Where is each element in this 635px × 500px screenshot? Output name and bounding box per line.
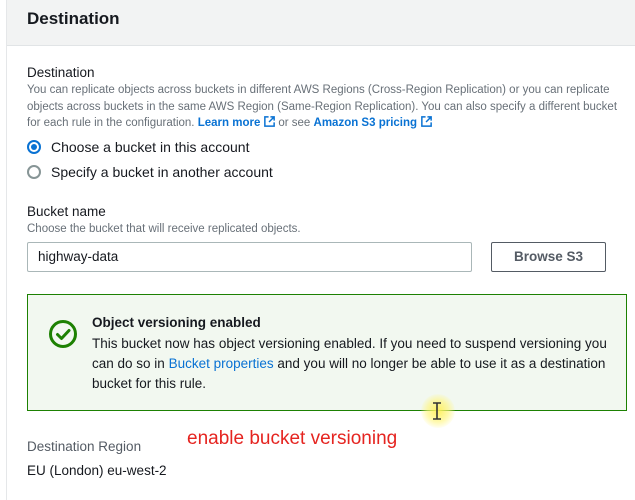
- or-see-text: or see: [278, 117, 311, 129]
- radio-this-account-label: Choose a bucket in this account: [51, 139, 250, 155]
- destination-label: Destination: [27, 65, 95, 80]
- radio-another-account[interactable]: Specify a bucket in another account: [27, 164, 273, 180]
- panel-header: Destination: [7, 0, 635, 46]
- browse-s3-button[interactable]: Browse S3: [491, 242, 606, 272]
- external-link-icon: [420, 115, 433, 134]
- bucket-name-label: Bucket name: [27, 204, 106, 219]
- alert-title: Object versioning enabled: [92, 315, 261, 330]
- annotation-text: enable bucket versioning: [187, 428, 398, 449]
- s3-pricing-link[interactable]: Amazon S3 pricing: [314, 117, 418, 129]
- destination-description: You can replicate objects across buckets…: [27, 82, 632, 134]
- bucket-name-description: Choose the bucket that will receive repl…: [27, 223, 301, 235]
- panel-title: Destination: [27, 9, 120, 28]
- radio-this-account[interactable]: Choose a bucket in this account: [27, 139, 249, 155]
- destination-region-value: EU (London) eu-west-2: [27, 463, 167, 478]
- check-circle-icon: [48, 319, 78, 354]
- versioning-alert: Object versioning enabled This bucket no…: [27, 294, 627, 411]
- learn-more-link[interactable]: Learn more: [198, 117, 261, 129]
- alert-body: This bucket now has object versioning en…: [92, 334, 612, 394]
- destination-panel: Destination Destination You can replicat…: [6, 0, 635, 500]
- destination-region-label: Destination Region: [27, 439, 142, 454]
- text-cursor-icon: [431, 401, 443, 426]
- radio-another-account-label: Specify a bucket in another account: [51, 164, 273, 180]
- external-link-icon: [263, 115, 276, 134]
- bucket-name-input[interactable]: highway-data: [27, 242, 472, 272]
- radio-button-selected[interactable]: [27, 140, 41, 154]
- radio-button[interactable]: [27, 165, 41, 179]
- bucket-properties-link[interactable]: Bucket properties: [169, 356, 274, 371]
